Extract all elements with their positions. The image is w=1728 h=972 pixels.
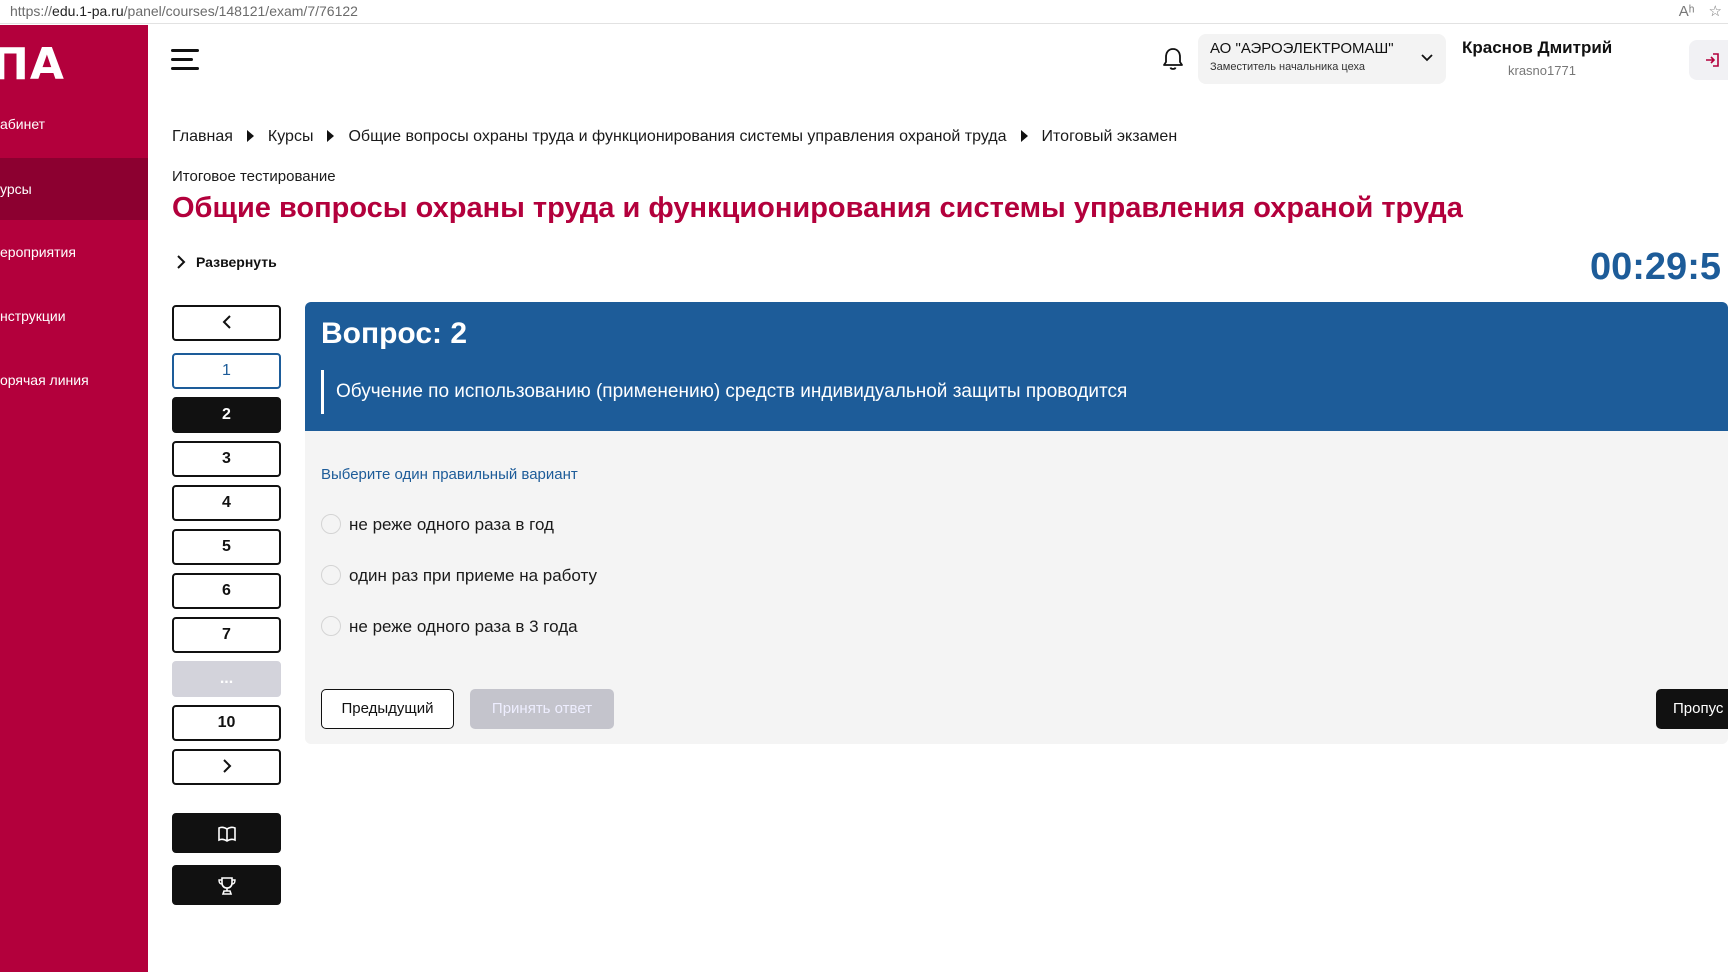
user-name: Краснов Дмитрий bbox=[1462, 38, 1613, 57]
previous-button[interactable]: Предыдущий bbox=[321, 689, 454, 729]
breadcrumb-home[interactable]: Главная bbox=[172, 128, 233, 145]
breadcrumb-course[interactable]: Общие вопросы охраны труда и функциониро… bbox=[348, 128, 1006, 145]
radio-button[interactable] bbox=[321, 565, 341, 585]
answer-hint: Выберите один правильный вариант bbox=[321, 466, 578, 483]
org-role: Заместитель начальника цеха bbox=[1210, 61, 1365, 73]
sidebar-item-instructions[interactable]: нструкции bbox=[0, 285, 148, 347]
accept-answer-button[interactable]: Принять ответ bbox=[470, 689, 614, 729]
sidebar-item-label: урсы bbox=[0, 181, 32, 197]
option-label[interactable]: один раз при приеме на работу bbox=[349, 566, 597, 585]
question-ellipsis: ... bbox=[172, 661, 281, 697]
sidebar-item-label: ероприятия bbox=[0, 244, 76, 260]
url-host: edu.1-pa.ru bbox=[52, 3, 124, 19]
question-text: Обучение по использованию (применению) с… bbox=[321, 370, 1127, 414]
skip-button[interactable]: Пропус bbox=[1656, 689, 1728, 729]
read-aloud-icon[interactable]: Aʰ bbox=[1679, 3, 1695, 20]
question-number-button[interactable]: 7 bbox=[172, 617, 281, 653]
question-title: Вопрос: 2 bbox=[321, 317, 468, 350]
url-path: /panel/courses/148121/exam/7/76122 bbox=[123, 3, 358, 19]
sidebar-item-label: нструкции bbox=[0, 308, 66, 324]
option-label[interactable]: не реже одного раза в 3 года bbox=[349, 617, 578, 636]
sidebar-item-label: орячая линия bbox=[0, 372, 89, 388]
question-number-button[interactable]: 5 bbox=[172, 529, 281, 565]
question-number-button[interactable]: 10 bbox=[172, 705, 281, 741]
exam-timer: 00:29:5 bbox=[1590, 246, 1721, 288]
breadcrumb: Главная Курсы Общие вопросы охраны труда и… bbox=[172, 128, 1177, 146]
expand-toggle[interactable]: Развернуть bbox=[176, 254, 277, 270]
chevron-down-icon bbox=[1421, 54, 1433, 62]
browser-address-bar[interactable]: https://edu.1-pa.ru/panel/courses/148121… bbox=[0, 0, 1728, 24]
user-login: krasno1771 bbox=[1508, 63, 1576, 78]
question-number-button[interactable]: 6 bbox=[172, 573, 281, 609]
sidebar: ПА абинет урсы ероприятия нструкции оряч… bbox=[0, 25, 148, 972]
page-subtitle: Итоговое тестирование bbox=[172, 168, 336, 185]
page-title: Общие вопросы охраны труда и функциониро… bbox=[172, 192, 1463, 224]
book-icon bbox=[217, 826, 236, 842]
question-number-button[interactable]: 3 bbox=[172, 441, 281, 477]
chevron-left-icon bbox=[222, 315, 231, 329]
chevron-right-icon bbox=[177, 255, 186, 269]
breadcrumb-courses[interactable]: Курсы bbox=[268, 128, 314, 145]
organization-selector[interactable]: АО "АЭРОЭЛЕКТРОМАШ" Заместитель начальни… bbox=[1198, 34, 1446, 84]
answer-option[interactable]: один раз при приеме на работу bbox=[321, 565, 597, 589]
bell-icon[interactable] bbox=[1161, 46, 1185, 72]
breadcrumb-separator-icon bbox=[1020, 130, 1028, 142]
favorite-star-icon[interactable]: ☆ bbox=[1709, 3, 1722, 20]
browser-actions: Aʰ ☆ bbox=[1665, 2, 1722, 20]
breadcrumb-separator-icon bbox=[327, 130, 335, 142]
sidebar-item-hotline[interactable]: орячая линия bbox=[0, 349, 148, 411]
breadcrumb-separator-icon bbox=[246, 130, 254, 142]
answer-option[interactable]: не реже одного раза в год bbox=[321, 514, 554, 538]
sidebar-item-events[interactable]: ероприятия bbox=[0, 221, 148, 283]
trophy-icon bbox=[217, 877, 236, 895]
sidebar-item-label: абинет bbox=[0, 116, 46, 132]
menu-icon[interactable] bbox=[171, 49, 199, 71]
sidebar-item-cabinet[interactable]: абинет bbox=[0, 93, 148, 155]
radio-button[interactable] bbox=[321, 616, 341, 636]
answer-option[interactable]: не реже одного раза в 3 года bbox=[321, 616, 578, 640]
question-number-button[interactable]: 1 bbox=[172, 353, 281, 389]
question-card: Вопрос: 2 Обучение по использованию (при… bbox=[305, 302, 1728, 744]
org-name: АО "АЭРОЭЛЕКТРОМАШ" bbox=[1210, 40, 1394, 57]
results-button[interactable] bbox=[172, 865, 281, 905]
prev-page-button[interactable] bbox=[172, 305, 281, 341]
sidebar-item-courses[interactable]: урсы bbox=[0, 158, 148, 220]
expand-label: Развернуть bbox=[196, 254, 277, 270]
logout-icon bbox=[1706, 53, 1719, 67]
option-label[interactable]: не реже одного раза в год bbox=[349, 515, 554, 534]
question-number-button[interactable]: 2 bbox=[172, 397, 281, 433]
materials-button[interactable] bbox=[172, 813, 281, 853]
question-header: Вопрос: 2 Обучение по использованию (при… bbox=[305, 302, 1728, 431]
radio-button[interactable] bbox=[321, 514, 341, 534]
next-page-button[interactable] bbox=[172, 749, 281, 785]
logout-button[interactable] bbox=[1689, 40, 1728, 80]
address-url[interactable]: https://edu.1-pa.ru/panel/courses/148121… bbox=[10, 3, 358, 19]
question-number-button[interactable]: 4 bbox=[172, 485, 281, 521]
url-scheme: https:// bbox=[10, 3, 53, 19]
chevron-right-icon bbox=[222, 759, 231, 773]
logo[interactable]: ПА bbox=[0, 39, 65, 90]
breadcrumb-exam: Итоговый экзамен bbox=[1041, 128, 1178, 145]
